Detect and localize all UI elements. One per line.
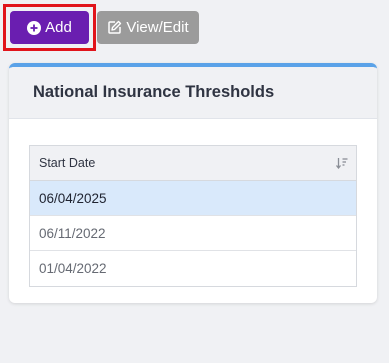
sort-desc-icon[interactable] <box>336 157 348 169</box>
plus-circle-icon <box>27 20 42 35</box>
table-row[interactable]: 01/04/2022 <box>30 251 356 286</box>
table-header-start-date[interactable]: Start Date <box>30 146 356 181</box>
column-header-label: Start Date <box>39 156 96 170</box>
start-date-cell: 06/04/2025 <box>39 190 107 206</box>
card-title: National Insurance Thresholds <box>33 83 275 101</box>
table-row[interactable]: 06/11/2022 <box>30 216 356 251</box>
edit-icon <box>107 20 122 35</box>
add-button[interactable]: Add <box>10 11 89 44</box>
thresholds-table: Start Date 06/04/2025 06/11/2022 01/04/2… <box>29 145 357 287</box>
card-header: National Insurance Thresholds <box>9 67 377 119</box>
start-date-cell: 06/11/2022 <box>39 225 106 241</box>
add-button-label: Add <box>45 19 72 36</box>
table-row[interactable]: 06/04/2025 <box>30 181 356 216</box>
thresholds-card: National Insurance Thresholds Start Date… <box>9 63 377 303</box>
view-edit-button-label: View/Edit <box>126 19 189 36</box>
start-date-cell: 01/04/2022 <box>39 261 107 276</box>
toolbar: Add View/Edit <box>0 0 389 56</box>
view-edit-button[interactable]: View/Edit <box>97 11 199 44</box>
